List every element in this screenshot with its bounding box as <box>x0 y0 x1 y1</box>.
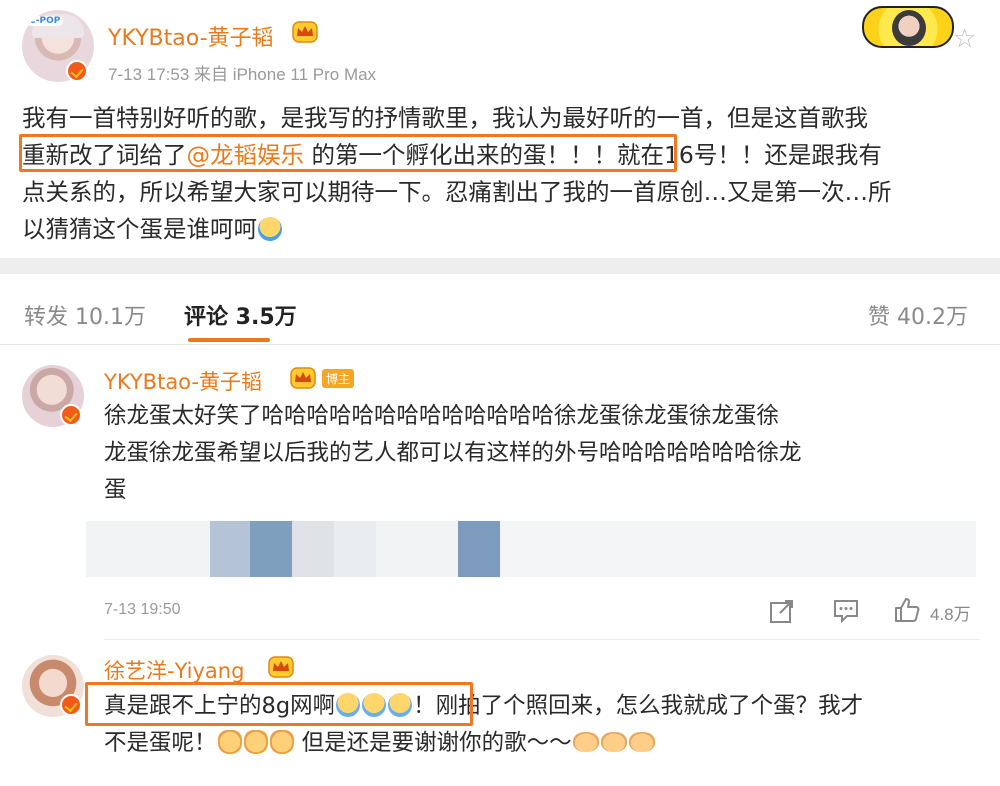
comment-line: 龙蛋徐龙蛋希望以后我的艺人都可以有这样的外号哈哈哈哈哈哈哈徐龙 <box>104 440 802 466</box>
emoji-shrug-icon <box>258 217 282 241</box>
post-line: 点关系的，所以希望大家可以期待一下。忍痛割出了我的一首原创…又是第一次…所 <box>22 178 892 206</box>
post-line-text: 以猜猜这个蛋是谁呵呵 <box>22 215 257 243</box>
emoji-bow-icon <box>269 730 294 754</box>
tab-likes[interactable]: 赞 40.2万 <box>868 299 968 331</box>
comment-line-text: 但是还是要谢谢你的歌～～ <box>294 730 572 756</box>
comment-line: 徐龙蛋太好笑了哈哈哈哈哈哈哈哈哈哈哈哈哈徐龙蛋徐龙蛋徐龙蛋徐 <box>104 403 780 429</box>
comment-time: 7-13 19:50 <box>104 601 181 618</box>
verified-badge-icon <box>66 60 88 82</box>
emoji-handshake-icon <box>572 732 599 752</box>
comment-line: 蛋 <box>104 477 127 503</box>
post-body: 我有一首特别好听的歌，是我写的抒情歌里，我认为最好听的一首，但是这首歌我 重新改… <box>22 100 977 248</box>
share-icon[interactable] <box>768 597 796 625</box>
crown-vip-icon <box>268 656 294 678</box>
active-tab-indicator <box>188 338 270 342</box>
decorative-sticker <box>862 6 954 48</box>
emoji-bow-icon <box>243 730 268 754</box>
comment-line: 不是蛋呢！ 但是还是要谢谢你的歌～～ <box>104 725 863 762</box>
comment-body: 徐龙蛋太好笑了哈哈哈哈哈哈哈哈哈哈哈哈哈徐龙蛋徐龙蛋徐龙蛋徐 龙蛋徐龙蛋希望以后… <box>104 398 802 509</box>
crown-vip-icon <box>292 21 318 43</box>
avatar-label: C-POP <box>26 16 64 26</box>
post-line: 我有一首特别好听的歌，是我写的抒情歌里，我认为最好听的一首，但是这首歌我 <box>22 104 868 132</box>
post-line: 以猜猜这个蛋是谁呵呵 <box>22 211 977 248</box>
blurred-reply-preview <box>86 521 976 577</box>
comment-line-text: 不是蛋呢！ <box>104 730 217 756</box>
section-divider <box>0 258 1000 274</box>
tab-repost[interactable]: 转发 10.1万 <box>24 299 146 331</box>
verified-badge-icon <box>60 694 82 716</box>
comment-icon[interactable] <box>832 597 860 625</box>
post-meta: 7-13 17:53 来自 iPhone 11 Pro Max <box>108 65 377 84</box>
emoji-bow-icon <box>217 730 242 754</box>
like-thumb-icon[interactable] <box>893 596 921 624</box>
like-count: 4.8万 <box>930 605 971 624</box>
verified-badge-icon <box>60 404 82 426</box>
favorite-star-icon[interactable]: ☆ <box>953 24 976 54</box>
sticker-face-icon <box>892 10 926 46</box>
author-tag: 博主 <box>322 369 355 388</box>
comment-author-name[interactable]: YKYBtao-黄子韬 <box>104 366 262 396</box>
emoji-handshake-icon <box>600 732 627 752</box>
crown-vip-icon <box>290 367 316 389</box>
comment-divider <box>104 639 980 640</box>
tabs-divider <box>0 344 1000 345</box>
emoji-handshake-icon <box>628 732 655 752</box>
comment-line-text: ！刚拍了个照回来，怎么我就成了个蛋？我才 <box>413 693 864 719</box>
post-author-name[interactable]: YKYBtao-黄子韬 <box>108 20 274 52</box>
highlight-box <box>19 134 677 172</box>
tab-comments[interactable]: 评论 3.5万 <box>184 299 297 331</box>
comment-author-name[interactable]: 徐艺洋-Yiyang <box>104 655 244 685</box>
highlight-box <box>85 682 473 726</box>
